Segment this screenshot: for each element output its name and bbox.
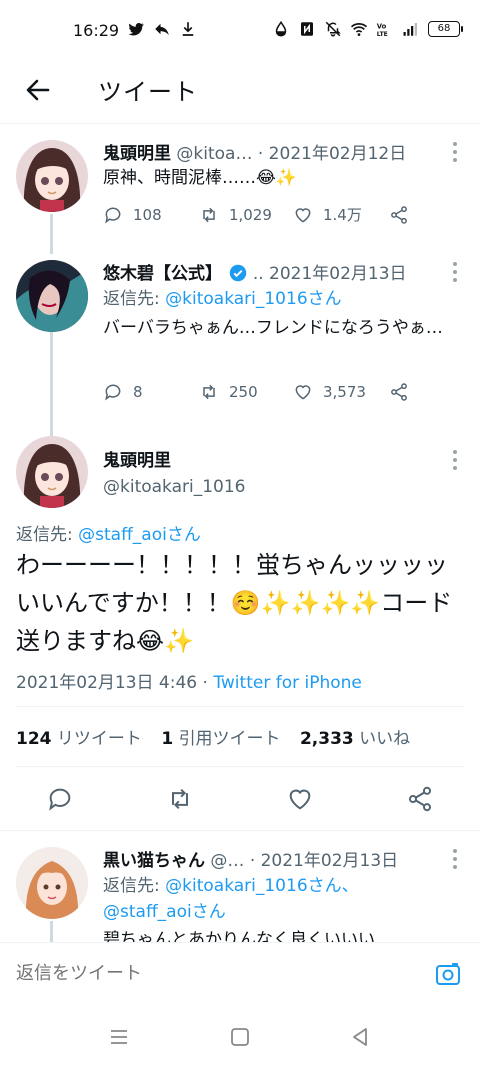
retweet-button[interactable]: 250	[199, 382, 293, 402]
mute-icon	[325, 21, 341, 37]
divider	[16, 706, 464, 707]
retweets-stat[interactable]: 124 リツイート	[16, 729, 142, 749]
author-handle[interactable]: @kitoa…	[176, 144, 252, 164]
like-count: 3,573	[323, 383, 366, 401]
home-icon[interactable]	[229, 1026, 251, 1048]
tweet-actions: 108 1,029 1.4万	[103, 204, 409, 225]
tweet-item[interactable]: 悠木碧【公式】 .. 2021年02月13日 返信先: @kitoakari_1…	[0, 252, 480, 442]
download-icon	[182, 22, 194, 36]
reply-count: 108	[133, 205, 162, 224]
tweet-actions: 8 250 3,573	[103, 382, 409, 402]
more-options-icon[interactable]	[452, 450, 458, 472]
like-button[interactable]: 1.4万	[293, 204, 389, 225]
reply-arrow-icon	[155, 23, 169, 35]
tweet-date: · 2021年02月12日	[257, 144, 407, 164]
thread-line	[50, 921, 53, 942]
retweet-button[interactable]: 1,029	[199, 205, 293, 225]
nfc-icon	[301, 22, 313, 36]
author-handle[interactable]: @…	[210, 851, 244, 871]
author-handle[interactable]: ..	[253, 264, 264, 284]
author-handle[interactable]: @kitoakari_1016	[103, 477, 246, 497]
status-bar: 16:29 Vo LTE 68	[0, 0, 480, 62]
avatar[interactable]	[16, 260, 88, 332]
tweet-text: 碧ちゃんとあかりんなく良くいいい…	[103, 930, 392, 942]
tweet-timestamp: 2021年02月13日 4:46 ·	[16, 673, 214, 693]
reply-to-link[interactable]: @kitoakari_1016さん、	[165, 876, 359, 896]
author-name[interactable]: 黒い猫ちゃん	[103, 851, 205, 871]
retweet-count: 250	[229, 383, 258, 401]
focused-tweet-text: わーーーー！！！！！蛍ちゃんッッッッいいんですか！！！☺️✨✨✨✨コード送ります…	[16, 551, 453, 655]
share-icon[interactable]	[406, 785, 434, 813]
author-name[interactable]: 悠木碧【公式】	[103, 264, 222, 284]
retweet-icon	[203, 384, 215, 400]
reply-to-label: 返信先:	[103, 876, 166, 896]
recent-apps-icon[interactable]	[108, 1026, 130, 1048]
thread-line	[50, 214, 53, 254]
avatar[interactable]	[16, 847, 88, 919]
heart-icon[interactable]	[286, 785, 314, 813]
author-name[interactable]: 鬼頭明里	[103, 144, 171, 164]
page-header: ツイート	[0, 62, 480, 124]
wifi-icon	[350, 23, 368, 36]
water-drop-icon	[275, 20, 287, 37]
more-options-icon[interactable]	[452, 849, 458, 871]
retweet-count: 1,029	[229, 205, 272, 224]
reply-count: 8	[133, 383, 143, 401]
reply-icon[interactable]	[46, 785, 74, 813]
author-name[interactable]: 鬼頭明里	[103, 451, 171, 471]
page-title: ツイート	[98, 78, 198, 106]
twitter-bird-icon	[128, 22, 144, 36]
more-options-icon[interactable]	[452, 262, 458, 284]
more-options-icon[interactable]	[452, 142, 458, 164]
heart-icon	[295, 385, 311, 400]
divider	[16, 766, 464, 767]
reply-button[interactable]: 8	[103, 382, 199, 402]
verified-badge-icon	[230, 264, 247, 282]
tweet-source-link[interactable]: Twitter for iPhone	[213, 673, 362, 693]
tweet-date: 2021年02月13日	[269, 264, 407, 284]
reply-input[interactable]	[16, 963, 396, 984]
tweet-date: · 2021年02月13日	[249, 851, 399, 871]
reply-icon	[105, 384, 121, 401]
tweet-item[interactable]: 鬼頭明里 @kitoa… · 2021年02月12日 原神、時間泥棒……😂✨ 1…	[0, 124, 480, 254]
back-arrow-icon[interactable]	[24, 76, 52, 104]
tweet-text: バーバラちゃぁん…フレンドになろうやぁ…	[103, 318, 443, 338]
battery-indicator: 68	[428, 21, 463, 37]
retweet-icon[interactable]	[166, 785, 194, 813]
tweet-text: 原神、時間泥棒……😂✨	[103, 168, 298, 188]
reply-to-label: 返信先:	[16, 525, 79, 545]
reply-to-link[interactable]: @kitoakari_1016さん	[165, 289, 342, 309]
avatar[interactable]	[16, 140, 88, 212]
reply-composer	[0, 942, 480, 1006]
tweet-item[interactable]: 黒い猫ちゃん @… · 2021年02月13日 返信先: @kitoakari_…	[0, 831, 480, 942]
signal-icon	[403, 23, 417, 36]
reply-button[interactable]: 108	[103, 205, 199, 225]
svg-text:LTE: LTE	[377, 31, 388, 38]
system-navigation-bar	[0, 1006, 480, 1067]
likes-stat[interactable]: 2,333 いいね	[300, 729, 410, 749]
share-button[interactable]	[389, 382, 409, 402]
image-icon[interactable]	[434, 961, 462, 989]
focused-tweet-actions	[0, 781, 480, 817]
thread-line	[50, 332, 53, 442]
share-icon	[391, 383, 407, 401]
like-count: 1.4万	[323, 206, 362, 224]
status-time: 16:29	[73, 21, 120, 40]
share-icon	[391, 205, 407, 224]
volte-icon: VoLTE	[377, 22, 388, 38]
svg-text:Vo: Vo	[377, 22, 387, 30]
back-icon[interactable]	[349, 1026, 371, 1048]
share-button[interactable]	[389, 205, 409, 225]
tweet-stats: 124 リツイート 1 引用ツイート 2,333 いいね	[16, 724, 410, 749]
reply-to-link[interactable]: @staff_aoiさん	[78, 525, 201, 545]
heart-icon	[295, 207, 311, 223]
reply-icon	[105, 207, 121, 223]
reply-to-link[interactable]: @staff_aoiさん	[103, 902, 226, 922]
retweet-icon	[203, 207, 215, 222]
reply-to-label: 返信先:	[103, 289, 166, 309]
quotes-stat[interactable]: 1 引用ツイート	[161, 729, 280, 749]
avatar[interactable]	[16, 436, 88, 508]
like-button[interactable]: 3,573	[293, 382, 389, 402]
